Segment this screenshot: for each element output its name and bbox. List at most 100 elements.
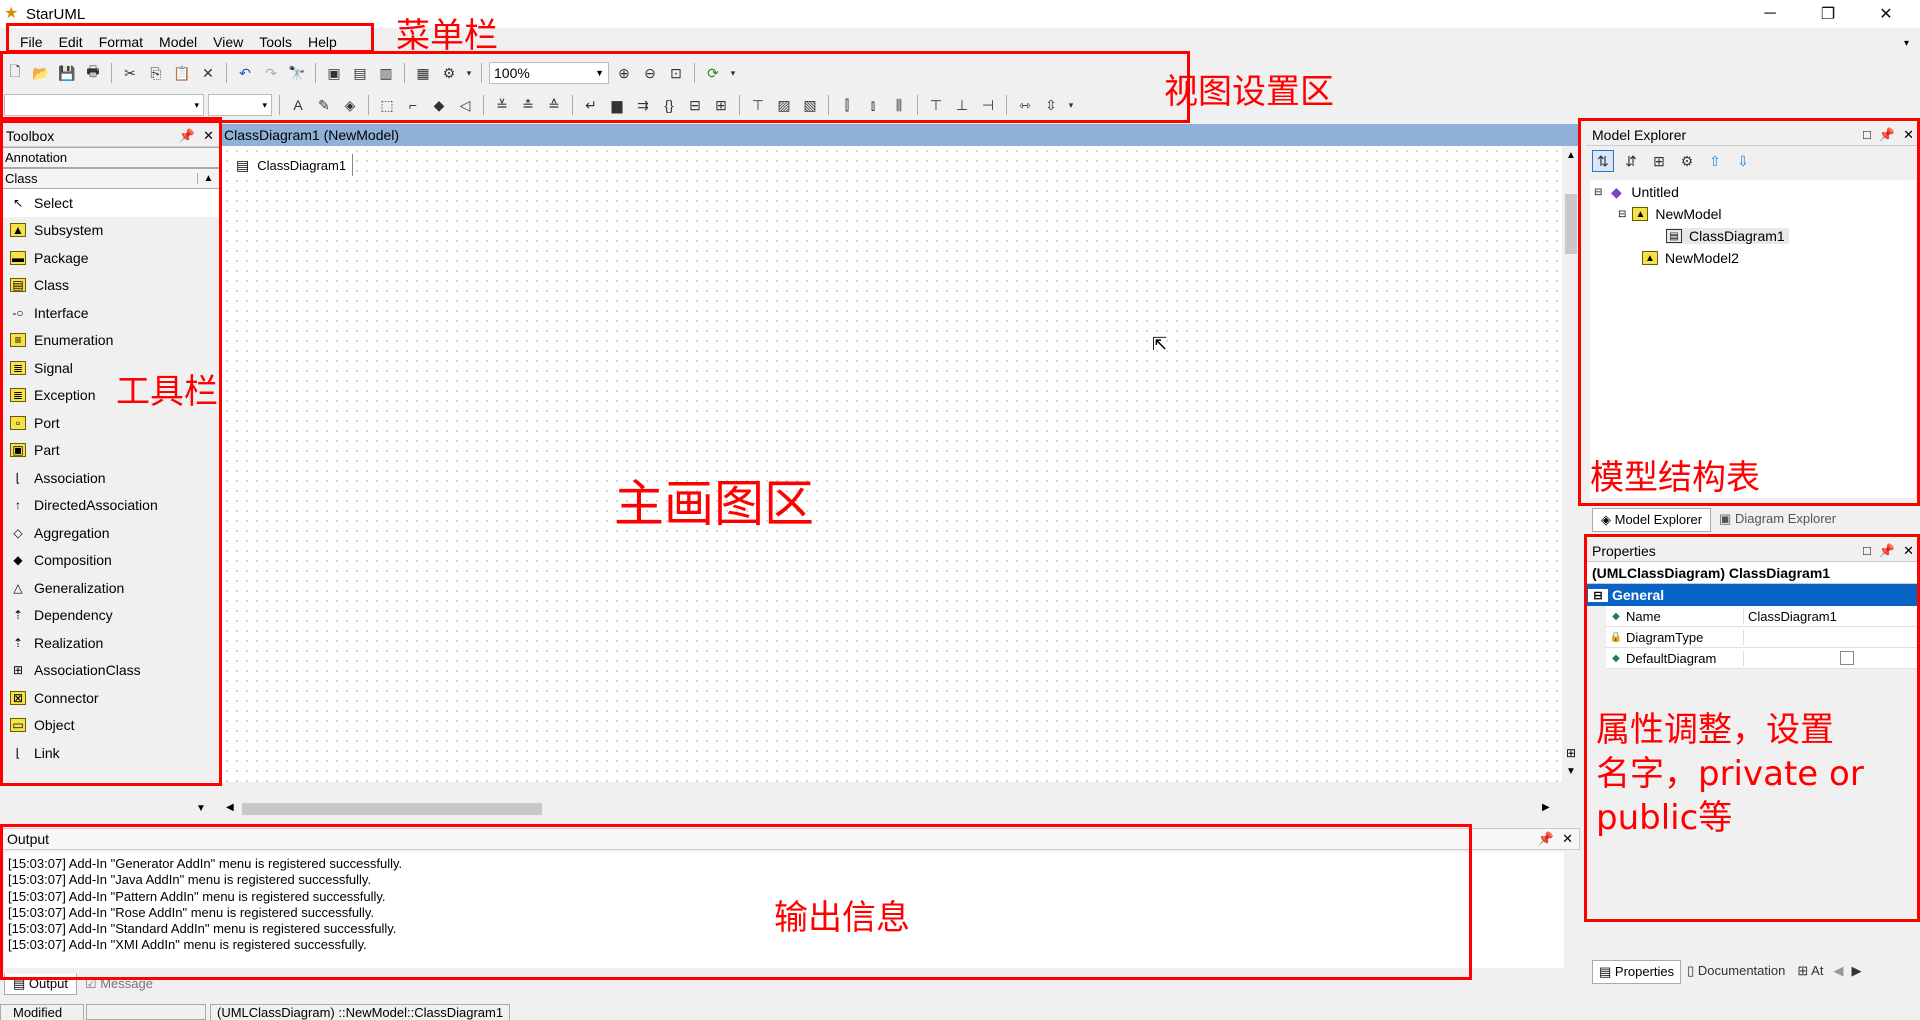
property-row-name[interactable]: ◆ Name ClassDiagram1 [1586,605,1920,627]
zoom-select[interactable]: 100% ▼ [489,62,609,84]
align-left-icon[interactable]: ⫿ [836,94,858,116]
close-icon[interactable]: ✕ [1903,543,1914,559]
tree-item-classdiagram1[interactable]: ▤ ClassDiagram1 [1666,228,1789,244]
toolbox-item-composition[interactable]: ◆ Composition [0,547,220,575]
delete-icon[interactable]: ✕ [197,62,219,84]
auto-resize-icon[interactable]: ⬚ [376,94,398,116]
align-middle-icon[interactable]: ⊣ [977,94,999,116]
toolbox-item-subsystem[interactable]: ▲ Subsystem [0,217,220,245]
copy-icon[interactable]: ⎘ [145,62,167,84]
tree-item-untitled[interactable]: ⊟ ◆ Untitled [1594,184,1679,201]
bring-front-icon[interactable]: ▨ [773,94,795,116]
toolbox-section-class[interactable]: Class ▲ [0,168,220,189]
diagram-edit-icon[interactable]: ▤ [349,62,371,84]
send-back-icon[interactable]: ▧ [799,94,821,116]
print-icon[interactable]: 🖶 [82,62,104,84]
dropdown-arrow-icon[interactable]: ▾ [728,62,738,84]
tab-message[interactable]: ☑ Message [77,974,161,995]
menu-tools[interactable]: Tools [259,34,292,50]
space-vertical-icon[interactable]: ⇳ [1040,94,1062,116]
pin-icon[interactable]: 📌 [179,128,195,144]
scroll-thumb[interactable] [1565,194,1577,254]
vertical-scrollbar[interactable]: ▲ ⊞ ▼ [1562,146,1580,782]
attribute-icon[interactable]: ⊟ [684,94,706,116]
default-diagram-checkbox[interactable] [1840,651,1854,665]
align-right-icon[interactable]: ⫾ [862,94,884,116]
style-tools-icon[interactable]: ⚙ [438,62,460,84]
toolbox-item-select[interactable]: ↖ Select [0,189,220,217]
toolbox-item-dependency[interactable]: ⇡ Dependency [0,602,220,630]
close-icon[interactable]: ✕ [203,128,214,144]
zoom-out-icon[interactable]: ⊖ [639,62,661,84]
fill-color-icon[interactable]: ◈ [339,94,361,116]
pin-icon[interactable]: 📌 [1879,127,1895,143]
menu-help[interactable]: Help [308,34,337,50]
toolbox-item-interface[interactable]: -○ Interface [0,299,220,327]
toolbox-item-association[interactable]: ⌊ Association [0,464,220,492]
toolbox-item-directedassociation[interactable]: ↑ DirectedAssociation [0,492,220,520]
scroll-down-icon[interactable]: ▼ [1562,766,1580,777]
maximize-icon[interactable]: □ [1863,127,1871,143]
collapse-icon[interactable]: ⊟ [1618,209,1626,220]
property-row-diagramtype[interactable]: 🔒 DiagramType [1586,626,1920,648]
folder-icon[interactable]: ▆ [606,94,628,116]
scroll-thumb[interactable] [242,803,542,815]
new-file-icon[interactable]: 🗋 [4,62,26,84]
pin-icon[interactable]: 📌 [1879,543,1895,559]
toolbox-item-object[interactable]: ▭ Object [0,712,220,740]
diagram-view-icon[interactable]: ▣ [323,62,345,84]
toolbox-item-associationclass[interactable]: ⊞ AssociationClass [0,657,220,685]
bracket-icon[interactable]: {} [658,94,680,116]
align-top-icon[interactable]: ⊤ [925,94,947,116]
tab-model-explorer[interactable]: ◈ Model Explorer [1592,508,1712,532]
toolbox-item-package[interactable]: ▬ Package [0,244,220,272]
toolbox-item-class[interactable]: ▤ Class [0,272,220,300]
paste-icon[interactable]: 📋 [171,62,193,84]
close-icon[interactable]: ✕ [1562,831,1573,847]
toolbox-item-part[interactable]: ▣ Part [0,437,220,465]
toolbox-item-generalization[interactable]: △ Generalization [0,574,220,602]
font-size-select[interactable]: ▾ [208,94,272,116]
tab-scroll-left-icon[interactable]: ◀ [1829,960,1847,984]
scroll-down-icon[interactable]: ▼ [196,803,206,814]
toolbox-item-realization[interactable]: ⇡ Realization [0,629,220,657]
toolbox-item-enumeration[interactable]: ≡ Enumeration [0,327,220,355]
show-operations-icon[interactable]: ≛ [517,94,539,116]
save-icon[interactable]: 💾 [56,62,78,84]
sort-by-name-icon[interactable]: ⇵ [1620,150,1642,172]
scroll-right-icon[interactable]: ▶ [1542,802,1550,813]
toolbox-item-link[interactable]: ⌊ Link [0,739,220,767]
undo-icon[interactable]: ↶ [234,62,256,84]
property-value[interactable]: ClassDiagram1 [1744,609,1920,624]
menu-model[interactable]: Model [159,34,197,50]
scroll-left-icon[interactable]: ◀ [226,802,234,813]
menu-view[interactable]: View [213,34,243,50]
tab-scroll-right-icon[interactable]: ▶ [1847,960,1865,984]
property-group-general[interactable]: ⊟ General [1586,584,1920,606]
dropdown-arrow-icon[interactable]: ▾ [1066,94,1076,116]
close-button[interactable]: ✕ [1858,0,1914,28]
menu-file[interactable]: File [20,34,43,50]
find-icon[interactable]: 🔭 [286,62,308,84]
word-wrap-icon[interactable]: ↵ [580,94,602,116]
font-family-select[interactable]: ▾ [4,94,204,116]
zoom-in-icon[interactable]: ⊕ [613,62,635,84]
refresh-icon[interactable]: ⟳ [702,62,724,84]
align-center-icon[interactable]: ⫼ [888,94,910,116]
tab-documentation[interactable]: ▯ Documentation [1681,960,1791,984]
operation-signature-icon[interactable]: ⇉ [632,94,654,116]
tab-attachments[interactable]: ⊞ At [1791,960,1829,984]
tree-item-newmodel2[interactable]: ▲ NewModel2 [1642,250,1739,266]
pin-icon[interactable]: 📌 [1538,831,1554,847]
cut-icon[interactable]: ✂ [119,62,141,84]
suppress-icon[interactable]: ◆ [428,94,450,116]
menu-format[interactable]: Format [99,34,143,50]
property-row-defaultdiagram[interactable]: ◆ DefaultDiagram [1586,647,1920,669]
tree-item-newmodel[interactable]: ⊟ ▲ NewModel [1618,206,1722,222]
diagram-link-icon[interactable]: ▥ [375,62,397,84]
toolbox-item-connector[interactable]: ⊠ Connector [0,684,220,712]
dropdown-arrow-icon[interactable]: ▾ [464,62,474,84]
tab-output[interactable]: ▤ Output [4,974,77,995]
redo-icon[interactable]: ↷ [260,62,282,84]
maximize-icon[interactable]: □ [1863,543,1871,559]
